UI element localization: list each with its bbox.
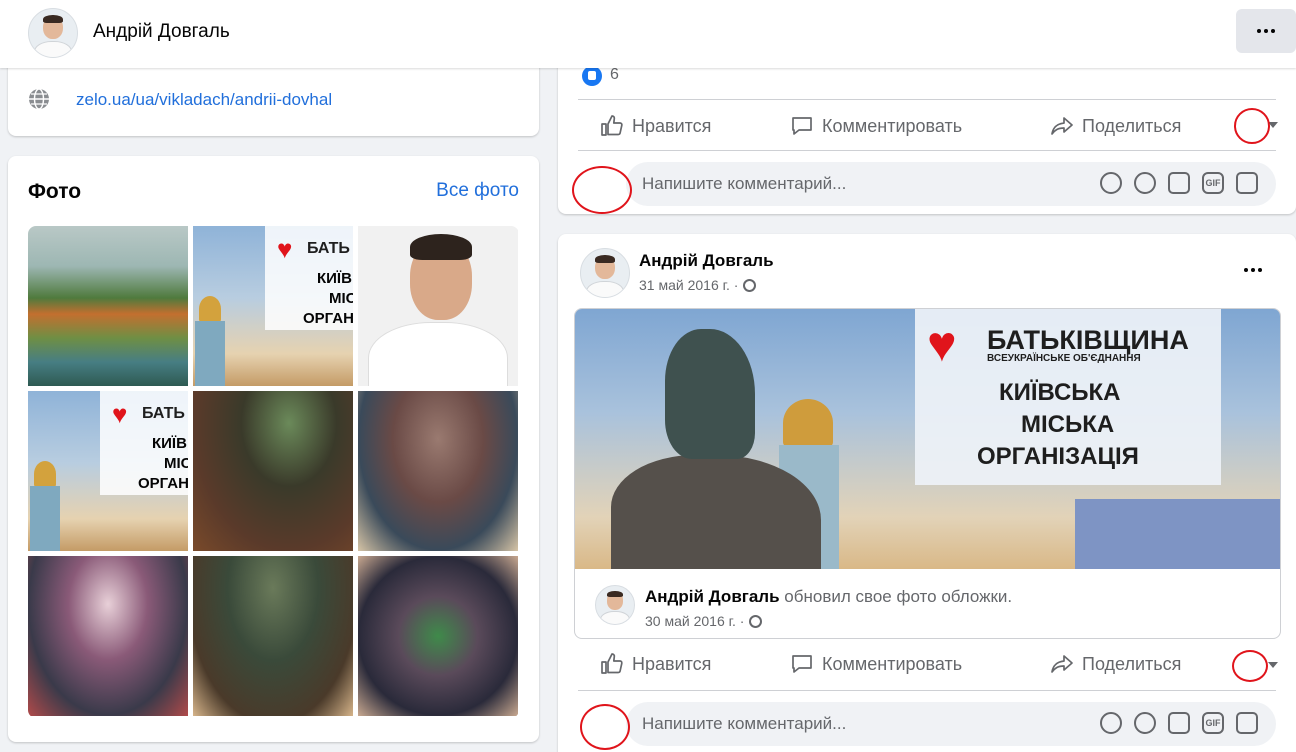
camera-icon[interactable] — [1168, 712, 1190, 734]
comment-button[interactable]: Комментировать — [790, 652, 962, 676]
comment-input[interactable]: Напишите комментарий... GIF — [626, 702, 1276, 746]
post-1: 6 Нравится Комментировать Поделиться Нап… — [558, 56, 1296, 214]
tile-line3: ОРГАН — [303, 310, 353, 327]
photo-tile-speaker[interactable] — [358, 556, 518, 716]
annotation-circle — [580, 704, 630, 750]
share-label: Поделиться — [1082, 653, 1182, 674]
shared-cover-photo[interactable]: ♥ БАТЬКІВЩИНА ВСЕУКРАЇНСЬКЕ ОБ'ЄДНАННЯ К… — [574, 308, 1281, 639]
profile-header: Андрій Довгаль — [0, 0, 1296, 68]
all-photos-link[interactable]: Все фото — [436, 180, 519, 202]
heart-logo-icon: ♥ — [277, 234, 293, 264]
shared-author-avatar[interactable] — [595, 585, 635, 625]
audience-chevron-icon[interactable] — [1268, 662, 1278, 668]
shared-action-text: обновил свое фото обложки. — [784, 587, 1013, 606]
post-date: 31 май 2016 г. · — [639, 277, 739, 293]
cover-brand: БАТЬКІВЩИНА — [987, 325, 1189, 355]
photo-tile-classroom-1[interactable] — [193, 391, 353, 551]
photo-tile-cover-2[interactable]: ♥ БАТЬ КИЇВ МІС ОРГАН — [28, 391, 188, 551]
website-link[interactable]: zelo.ua/ua/vikladach/andrii-dovhal — [76, 90, 332, 110]
comment-placeholder: Напишите комментарий... — [642, 714, 847, 733]
photo-tile-classroom-2[interactable] — [358, 391, 518, 551]
emoji-icon[interactable] — [1134, 172, 1156, 194]
comment-icon — [792, 655, 812, 673]
cover-line1: КИЇВСЬКА — [999, 379, 1121, 406]
tile-line2: МІС — [164, 455, 188, 472]
like-reaction-icon[interactable] — [582, 66, 602, 86]
profile-name[interactable]: Андрій Довгаль — [93, 21, 230, 43]
comment-input[interactable]: Напишите комментарий... GIF — [626, 162, 1276, 206]
public-audience-icon — [749, 614, 763, 628]
thumbs-up-icon — [601, 115, 623, 136]
heart-logo-icon: ♥ — [112, 399, 128, 429]
annotation-circle — [572, 166, 632, 214]
share-button[interactable]: Поделиться — [1050, 652, 1181, 676]
share-arrow-icon — [1051, 655, 1073, 673]
comment-label: Комментировать — [822, 653, 963, 674]
intro-card: zelo.ua/ua/vikladach/andrii-dovhal — [8, 56, 539, 136]
photo-tile-painting[interactable] — [28, 226, 188, 386]
like-label: Нравится — [632, 653, 712, 674]
profile-avatar[interactable] — [28, 8, 78, 58]
annotation-circle — [1234, 108, 1270, 144]
share-arrow-icon — [1051, 117, 1073, 135]
share-button[interactable]: Поделиться — [1050, 114, 1181, 138]
post-author-name[interactable]: Андрій Довгаль — [639, 251, 774, 271]
photo-tile-portrait[interactable] — [358, 226, 518, 386]
globe-icon — [29, 88, 49, 110]
photos-title: Фото — [28, 180, 82, 203]
post-author-avatar[interactable] — [580, 248, 630, 298]
avatar-sticker-icon[interactable] — [1100, 172, 1122, 194]
emoji-icon[interactable] — [1134, 712, 1156, 734]
shared-date: 30 май 2016 г. · — [645, 613, 745, 629]
shared-author-name[interactable]: Андрій Довгаль — [645, 587, 780, 606]
cover-line2: МІСЬКА — [1021, 411, 1115, 438]
public-audience-icon — [743, 278, 757, 292]
photo-tile-lecture[interactable] — [28, 556, 188, 716]
tile-line3: ОРГАН — [138, 475, 188, 492]
tile-brand-text: БАТЬ — [307, 240, 350, 257]
like-label: Нравится — [632, 115, 712, 136]
comment-button[interactable]: Комментировать — [790, 114, 962, 138]
more-dots-icon — [1257, 29, 1275, 33]
photo-grid: ♥ БАТЬ КИЇВ МІС ОРГАН ♥ БАТЬ КИЇВ МІС ОР… — [28, 226, 519, 718]
tile-brand-text: БАТЬ — [142, 405, 185, 422]
photo-tile-classroom-3[interactable] — [193, 556, 353, 716]
sticker-icon[interactable] — [1236, 172, 1258, 194]
post-more-icon[interactable] — [1244, 268, 1262, 272]
tile-line1: КИЇВ — [152, 435, 187, 452]
comment-placeholder: Напишите комментарий... — [642, 174, 847, 193]
post-2: Андрій Довгаль 31 май 2016 г. · ♥ БАТЬКІ… — [558, 234, 1296, 752]
cover-line3: ОРГАНІЗАЦІЯ — [977, 443, 1139, 470]
cover-image[interactable]: ♥ БАТЬКІВЩИНА ВСЕУКРАЇНСЬКЕ ОБ'ЄДНАННЯ К… — [575, 309, 1280, 569]
thumbs-up-icon — [601, 653, 623, 674]
tile-line1: КИЇВ — [317, 270, 352, 287]
like-button[interactable]: Нравится — [600, 114, 711, 138]
avatar-sticker-icon[interactable] — [1100, 712, 1122, 734]
reaction-count[interactable]: 6 — [610, 66, 619, 84]
comment-icon — [792, 117, 812, 135]
photo-tile-cover[interactable]: ♥ БАТЬ КИЇВ МІС ОРГАН — [193, 226, 353, 386]
gif-icon[interactable]: GIF — [1202, 712, 1224, 734]
camera-icon[interactable] — [1168, 172, 1190, 194]
share-label: Поделиться — [1082, 115, 1182, 136]
cover-brand-sub: ВСЕУКРАЇНСЬКЕ ОБ'ЄДНАННЯ — [987, 353, 1141, 364]
shared-caption: Андрій Довгаль обновил свое фото обложки… — [645, 587, 1012, 607]
more-options-button[interactable] — [1236, 9, 1296, 53]
tile-line2: МІС — [329, 290, 353, 307]
sticker-icon[interactable] — [1236, 712, 1258, 734]
photos-card: Фото Все фото ♥ БАТЬ КИЇВ МІС ОРГАН ♥ БА… — [8, 156, 539, 742]
comment-label: Комментировать — [822, 115, 963, 136]
gif-icon[interactable]: GIF — [1202, 172, 1224, 194]
post-timestamp[interactable]: 31 май 2016 г. · — [639, 277, 757, 293]
heart-logo-icon: ♥ — [927, 316, 957, 372]
like-button[interactable]: Нравится — [600, 652, 711, 676]
shared-timestamp[interactable]: 30 май 2016 г. · — [645, 613, 763, 629]
annotation-circle — [1232, 650, 1268, 682]
